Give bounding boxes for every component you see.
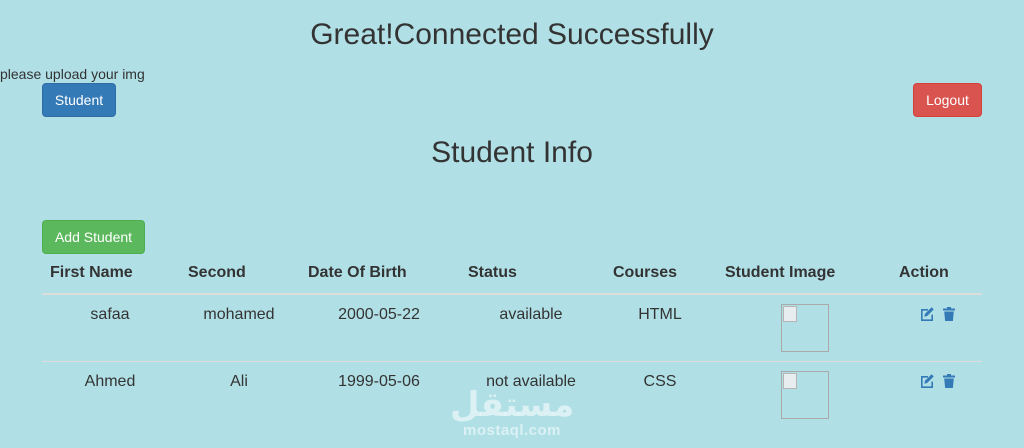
cell-first-name: Ahmed: [84, 373, 136, 390]
row-actions: [919, 306, 959, 324]
column-second: Second: [188, 264, 246, 281]
trash-icon[interactable]: [941, 373, 957, 389]
cell-date-of-birth: 1999-05-06: [338, 373, 420, 390]
column-courses: Courses: [613, 264, 678, 281]
column-date-of-birth: Date Of Birth: [308, 264, 407, 281]
table-header: First Name Second Date Of Birth Status C…: [42, 256, 982, 295]
upload-note: please upload your img: [0, 66, 145, 82]
trash-icon[interactable]: [941, 306, 957, 322]
table-row: safaa mohamed 2000-05-22 available HTML: [42, 295, 982, 362]
watermark-arabic: مستقل: [450, 386, 575, 424]
cell-first-name: safaa: [90, 306, 130, 323]
broken-image-icon: [781, 304, 829, 352]
column-student-image: Student Image: [725, 264, 836, 281]
page-title: Great!Connected Successfully: [310, 18, 714, 51]
column-status: Status: [468, 264, 517, 281]
watermark-latin: mostaql.com: [462, 422, 562, 439]
cell-status: available: [499, 306, 563, 323]
edit-icon[interactable]: [919, 373, 935, 389]
edit-icon[interactable]: [919, 306, 935, 322]
student-button[interactable]: Student: [42, 83, 116, 117]
broken-image-icon: [781, 371, 829, 419]
column-action: Action: [899, 264, 949, 281]
row-actions: [919, 373, 959, 391]
cell-second: mohamed: [203, 306, 275, 323]
cell-course: CSS: [643, 373, 677, 390]
page: Great!Connected Successfully please uplo…: [0, 0, 1024, 448]
add-student-button[interactable]: Add Student: [42, 220, 145, 254]
logout-button[interactable]: Logout: [913, 83, 982, 117]
section-title: Student Info: [431, 136, 593, 169]
column-first-name: First Name: [50, 264, 133, 281]
watermark: مستقل mostaql.com: [450, 388, 574, 440]
cell-second: Ali: [230, 373, 248, 390]
cell-date-of-birth: 2000-05-22: [338, 306, 420, 323]
cell-course: HTML: [638, 306, 682, 323]
